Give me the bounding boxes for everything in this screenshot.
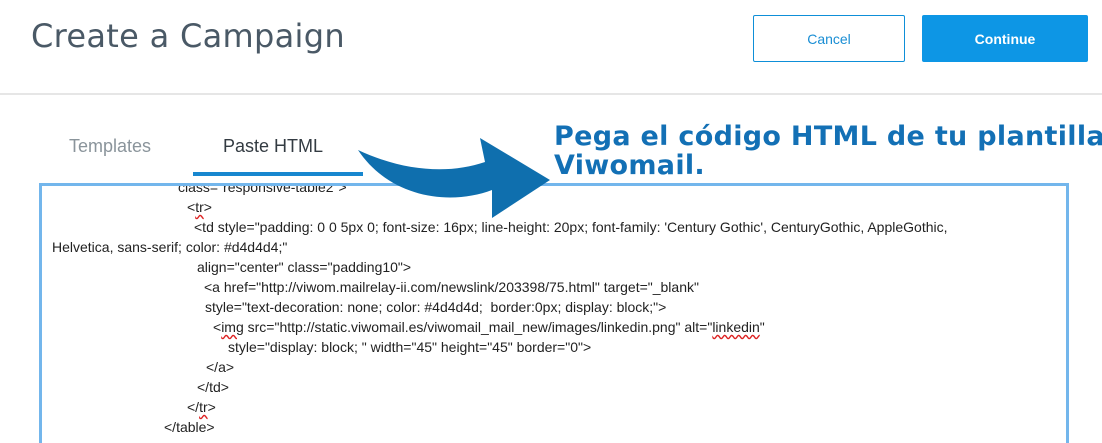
code-line: style="text-decoration: none; color: #4d…: [205, 299, 667, 315]
code-line: </a>: [206, 359, 235, 375]
annotation-line-2: Viwomail.: [554, 150, 705, 181]
code-line: <td style="padding: 0 0 5px 0; font-size…: [194, 219, 948, 235]
tab-templates[interactable]: Templates: [69, 136, 151, 157]
header-bar: Create a Campaign Cancel Continue: [0, 0, 1102, 95]
html-code-editor[interactable]: class="responsive-table2"> <tr> <td styl…: [39, 183, 1069, 443]
tab-paste-html[interactable]: Paste HTML: [223, 136, 323, 157]
code-line: <a href="http://viwom.mailrelay-ii.com/n…: [204, 279, 699, 295]
code-line: </td>: [197, 379, 229, 395]
code-line: class="responsive-table2">: [178, 183, 347, 195]
arrow-shape: [358, 138, 550, 218]
curved-arrow-icon: [358, 138, 550, 218]
page-title: Create a Campaign: [31, 17, 345, 55]
cancel-button[interactable]: Cancel: [753, 15, 905, 62]
code-line: <tr>: [187, 199, 212, 215]
code-line: </table>: [164, 419, 215, 435]
active-tab-indicator: [193, 172, 363, 176]
continue-button[interactable]: Continue: [922, 15, 1088, 62]
code-content[interactable]: class="responsive-table2"> <tr> <td styl…: [42, 183, 1066, 443]
annotation-line-1: Pega el código HTML de tu plantilla: [554, 121, 1102, 152]
code-line: align="center" class="padding10">: [197, 259, 412, 275]
code-line: </tr>: [187, 399, 216, 415]
instruction-annotation: Pega el código HTML de tu plantilla Viwo…: [554, 122, 1102, 180]
code-line: <img src="http://static.viwomail.es/viwo…: [213, 319, 765, 335]
code-line: Helvetica, sans-serif; color: #d4d4d4;": [52, 239, 288, 255]
code-line: style="display: block; " width="45" heig…: [228, 339, 592, 355]
